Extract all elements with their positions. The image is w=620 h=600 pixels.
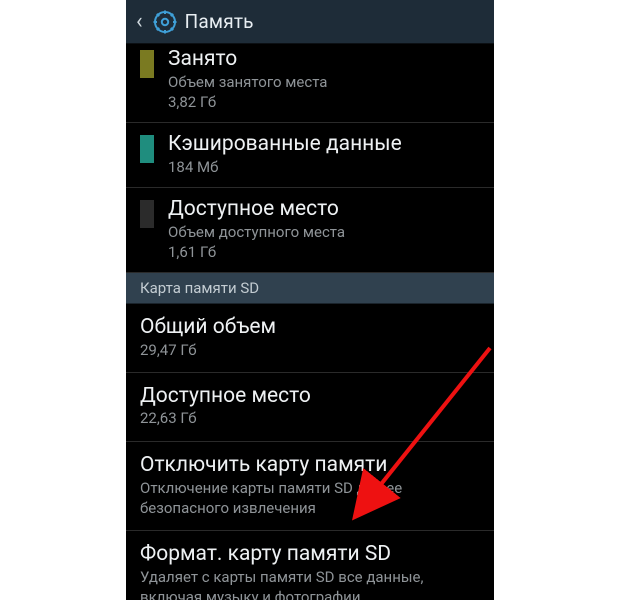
row-subtitle: Удаляет с карты памяти SD все данные, вк… [140,568,480,600]
page-title: Память [185,10,254,33]
settings-screen: ‹ Память Заня [126,0,494,600]
row-title: Формат. карту памяти SD [140,541,480,567]
back-icon[interactable]: ‹ [134,7,145,37]
section-sd-card: Карта памяти SD [126,273,494,304]
row-value: 184 Мб [168,158,480,178]
row-sd-available[interactable]: Доступное место 22,63 Гб [126,373,494,442]
row-subtitle: Отключение карты памяти SD для ее безопа… [140,479,480,518]
row-available-internal[interactable]: Доступное место Объем доступного места 1… [126,188,494,273]
row-value: 22,63 Гб [140,409,480,429]
row-title: Доступное место [140,383,480,409]
row-value: 29,47 Гб [140,341,480,361]
row-sd-format[interactable]: Формат. карту памяти SD Удаляет с карты … [126,531,494,600]
swatch-cached-icon [140,135,154,163]
action-bar: ‹ Память [126,0,494,44]
storage-list: Занято Объем занятого места 3,82 Гб Кэши… [126,44,494,600]
gear-icon[interactable] [153,10,177,34]
swatch-used-icon [140,50,154,78]
row-sd-total[interactable]: Общий объем 29,47 Гб [126,304,494,373]
row-title: Занято [168,46,480,72]
row-cached[interactable]: Кэшированные данные 184 Мб [126,123,494,188]
row-title: Отключить карту памяти [140,452,480,478]
row-value: 1,61 Гб [168,243,480,263]
row-title: Кэшированные данные [168,131,480,157]
row-title: Доступное место [168,196,480,222]
row-used[interactable]: Занято Объем занятого места 3,82 Гб [126,44,494,123]
row-subtitle: Объем доступного места [168,223,480,243]
row-subtitle: Объем занятого места [168,73,480,93]
row-sd-unmount[interactable]: Отключить карту памяти Отключение карты … [126,442,494,531]
swatch-available-icon [140,200,154,228]
row-title: Общий объем [140,314,480,340]
row-value: 3,82 Гб [168,93,480,113]
